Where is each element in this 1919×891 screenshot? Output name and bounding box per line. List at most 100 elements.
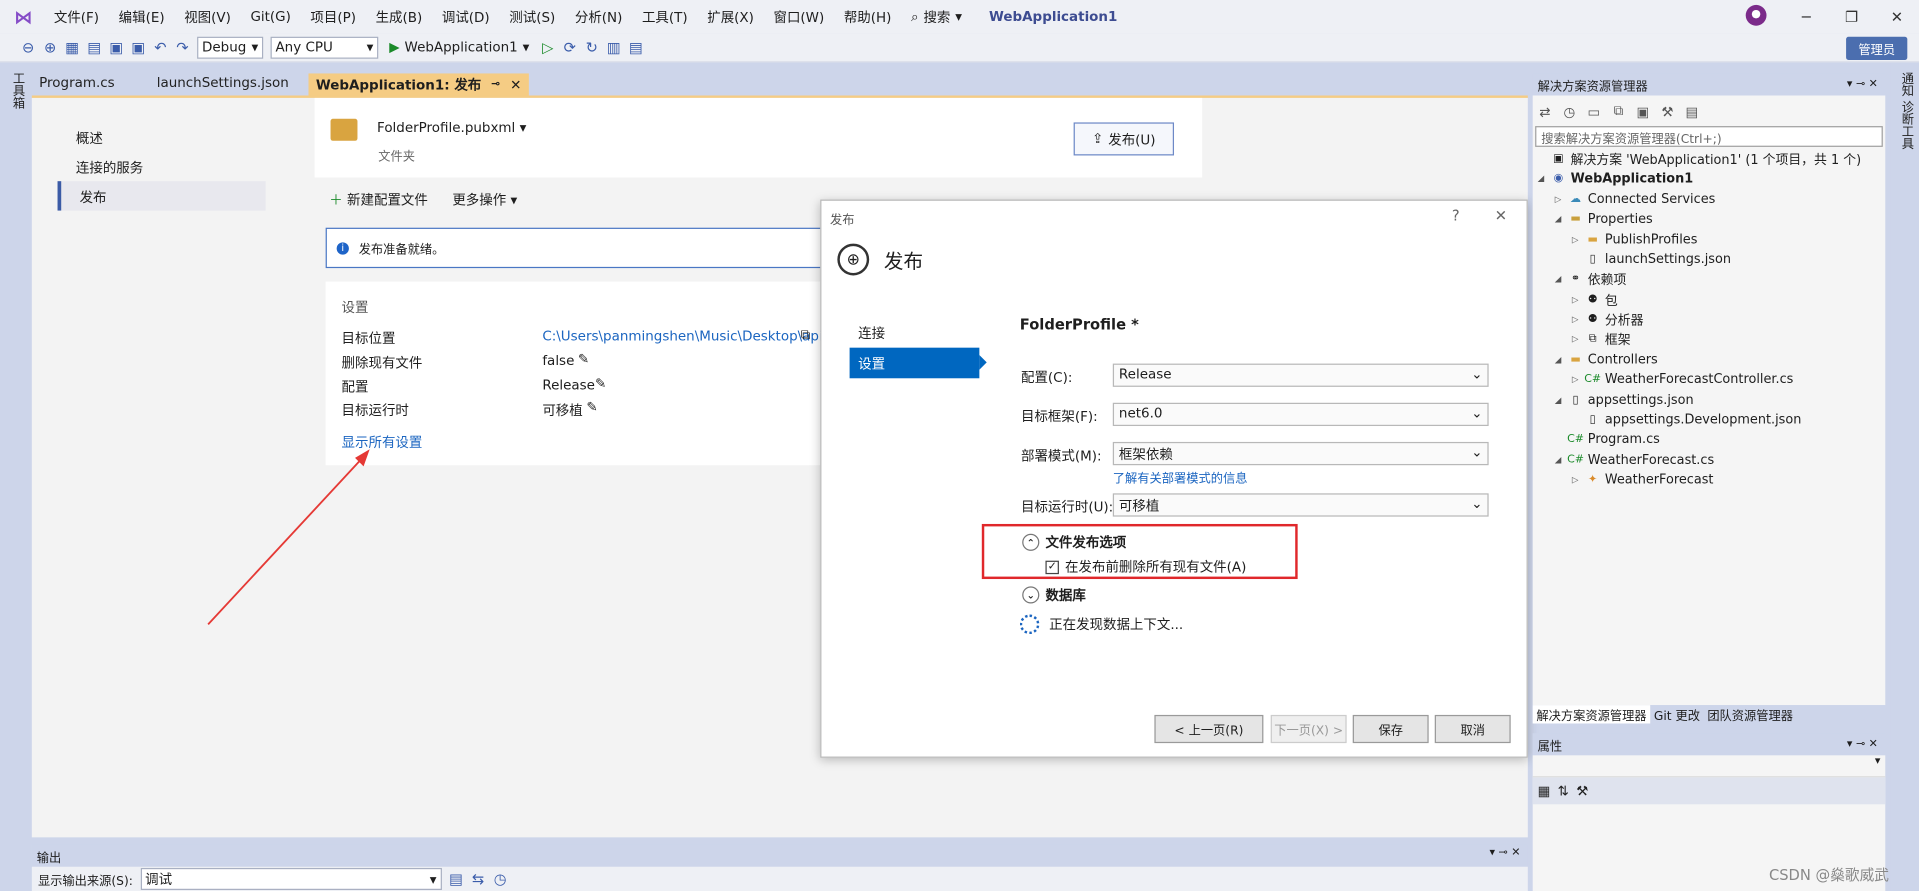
deploy-mode-link[interactable]: 了解有关部署模式的信息: [1113, 468, 1248, 486]
cancel-button[interactable]: 取消: [1434, 714, 1511, 744]
tree-node[interactable]: ▯ launchSettings.json: [1572, 250, 1731, 270]
tree-node[interactable]: ▣ 解决方案 'WebApplication1' (1 个项目，共 1 个): [1538, 149, 1861, 169]
menu-edit[interactable]: 编辑(E): [109, 7, 175, 27]
chevron-down-icon[interactable]: ▾: [1532, 755, 1886, 778]
edit-icon[interactable]: ✎: [595, 376, 606, 392]
hot-reload-icon[interactable]: ⟳: [559, 39, 581, 56]
nav-overview[interactable]: 概述: [58, 122, 266, 151]
tree-node[interactable]: C# Program.cs: [1555, 430, 1660, 450]
tree-node[interactable]: ▷ ☁ Connected Services: [1555, 190, 1716, 210]
tab-launchsettings[interactable]: launchSettings.json: [149, 73, 308, 95]
preview-icon[interactable]: ▤: [1682, 103, 1702, 119]
tab-team-explorer[interactable]: 团队资源管理器: [1704, 705, 1797, 723]
runtime-dropdown[interactable]: 可移植 ⌄: [1112, 493, 1489, 517]
platform-select[interactable]: Any CPU ▾: [270, 36, 379, 59]
pin-close-icon[interactable]: ▾ ⊸ ✕: [1847, 78, 1878, 90]
wrench-icon[interactable]: ⚒: [1576, 783, 1588, 799]
wrap-icon[interactable]: ⇆: [467, 870, 489, 887]
tree-node[interactable]: ◢ C# WeatherForecast.cs: [1555, 451, 1714, 471]
copy-icon[interactable]: ⧉: [801, 327, 811, 344]
menu-window[interactable]: 窗口(W): [764, 7, 834, 27]
edit-icon[interactable]: ✎: [578, 351, 589, 367]
menu-build[interactable]: 生成(B): [366, 7, 432, 27]
output-source-select[interactable]: 调试 ▾: [140, 867, 442, 890]
forward-icon[interactable]: ⊕: [39, 39, 61, 56]
undo-icon[interactable]: ↶: [149, 39, 171, 56]
redo-icon[interactable]: ↷: [171, 39, 193, 56]
more-actions-button[interactable]: 更多操作 ▾: [452, 190, 517, 210]
close-icon[interactable]: ✕: [510, 77, 521, 93]
framework-dropdown[interactable]: net6.0 ⌄: [1112, 402, 1489, 427]
menu-test[interactable]: 测试(S): [499, 7, 565, 27]
sync-icon[interactable]: ⇄: [1535, 103, 1555, 119]
solution-search-input[interactable]: 搜索解决方案资源管理器(Ctrl+;): [1535, 126, 1883, 147]
publish-button[interactable]: ⇪ 发布(U): [1073, 122, 1175, 156]
toolbox-tab[interactable]: 工具箱: [7, 72, 25, 109]
wrench-icon[interactable]: ⚒: [1658, 103, 1678, 119]
nav-publish[interactable]: 发布: [57, 181, 266, 211]
dialog-nav-settings[interactable]: 设置: [849, 347, 987, 379]
tree-node[interactable]: ▷ ✦ WeatherForecast: [1572, 470, 1714, 490]
run-button[interactable]: ▶ WebApplication1 ▾: [382, 39, 537, 55]
menu-tools[interactable]: 工具(T): [632, 7, 697, 27]
show-all-icon[interactable]: ▣: [1633, 103, 1653, 119]
delete-existing-checkbox[interactable]: ✓ 在发布前删除所有现有文件(A): [1045, 557, 1246, 577]
collapse-icon[interactable]: ▭: [1584, 103, 1604, 119]
tab-program-cs[interactable]: Program.cs: [32, 73, 150, 95]
sort-icon[interactable]: ⇅: [1558, 783, 1569, 799]
tab-git-changes[interactable]: Git 更改: [1650, 705, 1703, 723]
tree-node[interactable]: ▯ appsettings.Development.json: [1572, 410, 1802, 430]
menu-extensions[interactable]: 扩展(X): [697, 7, 763, 27]
edit-icon[interactable]: ✎: [586, 399, 597, 415]
tree-node[interactable]: ▷ ⚉ 包: [1572, 290, 1618, 310]
restore-icon[interactable]: ❐: [1829, 8, 1874, 25]
open-icon[interactable]: ▤: [83, 39, 105, 56]
pin-close-icon[interactable]: ▾ ⊸ ✕: [1489, 847, 1520, 859]
menu-debug[interactable]: 调试(D): [432, 7, 499, 27]
tree-node[interactable]: ▷ ⧉ 框架: [1572, 329, 1631, 349]
back-icon[interactable]: ⊖: [17, 39, 39, 56]
deploy-mode-dropdown[interactable]: 框架依赖 ⌄: [1112, 441, 1489, 466]
new-profile-button[interactable]: ＋ 新建配置文件: [329, 190, 428, 210]
tree-node[interactable]: ▷ C# WeatherForecastController.cs: [1572, 370, 1793, 390]
close-icon[interactable]: ✕: [1495, 207, 1507, 224]
save-icon[interactable]: ▣: [105, 39, 127, 56]
tree-node[interactable]: ◢ ◉ WebApplication1: [1538, 169, 1694, 189]
close-icon[interactable]: ✕: [1874, 8, 1919, 25]
pin-icon[interactable]: ⊸: [491, 78, 500, 90]
database-toggle[interactable]: ⌄ 数据库: [1022, 585, 1086, 605]
target-location-link[interactable]: C:\Users\panmingshen\Music\Desktop\api: [542, 328, 822, 344]
config-dropdown[interactable]: Release ⌄: [1112, 363, 1489, 387]
new-project-icon[interactable]: ▦: [61, 39, 83, 56]
tree-node[interactable]: ◢ ⚭ 依赖项: [1555, 269, 1627, 289]
menu-file[interactable]: 文件(F): [44, 7, 109, 27]
refresh-icon[interactable]: ↻: [581, 39, 603, 56]
folder-icon[interactable]: ▥: [603, 39, 625, 56]
help-icon[interactable]: ?: [1452, 207, 1460, 224]
config-select[interactable]: Debug ▾: [197, 36, 264, 59]
menu-git[interactable]: Git(G): [241, 9, 301, 25]
menu-view[interactable]: 视图(V): [174, 7, 240, 27]
menu-analyze[interactable]: 分析(N): [565, 7, 632, 27]
minimize-icon[interactable]: ─: [1784, 8, 1829, 25]
tree-node[interactable]: ▷ ⚉ 分析器: [1572, 310, 1644, 330]
save-all-icon[interactable]: ▣: [127, 39, 149, 56]
tree-node[interactable]: ◢ ▯ appsettings.json: [1555, 391, 1694, 411]
dialog-nav-connect[interactable]: 连接: [850, 317, 980, 348]
tab-publish[interactable]: WebApplication1: 发布 ⊸ ✕: [308, 73, 529, 96]
avatar[interactable]: ●: [1745, 4, 1767, 26]
notifications-tab[interactable]: 通知 诊断工具: [1896, 72, 1914, 149]
next-button[interactable]: 下一页(X) >: [1270, 714, 1347, 744]
tree-node[interactable]: ◢ ▬ Properties: [1555, 209, 1653, 229]
search-box[interactable]: ⌕ 搜索 ▾: [901, 7, 972, 27]
start-without-debug-icon[interactable]: ▷: [537, 39, 559, 56]
pin-close-icon[interactable]: ▾ ⊸ ✕: [1847, 738, 1878, 750]
nav-connected-services[interactable]: 连接的服务: [58, 152, 266, 181]
file-options-toggle[interactable]: ⌃ 文件发布选项: [1022, 533, 1126, 553]
tree-node[interactable]: ◢ ▬ Controllers: [1555, 350, 1658, 370]
tree-node[interactable]: ▷ ▬ PublishProfiles: [1572, 230, 1698, 250]
layout-icon[interactable]: ▤: [625, 39, 647, 56]
admin-badge[interactable]: 管理员: [1846, 36, 1908, 60]
clear-icon[interactable]: ▤: [445, 870, 467, 887]
history-icon[interactable]: ◷: [1560, 103, 1580, 119]
